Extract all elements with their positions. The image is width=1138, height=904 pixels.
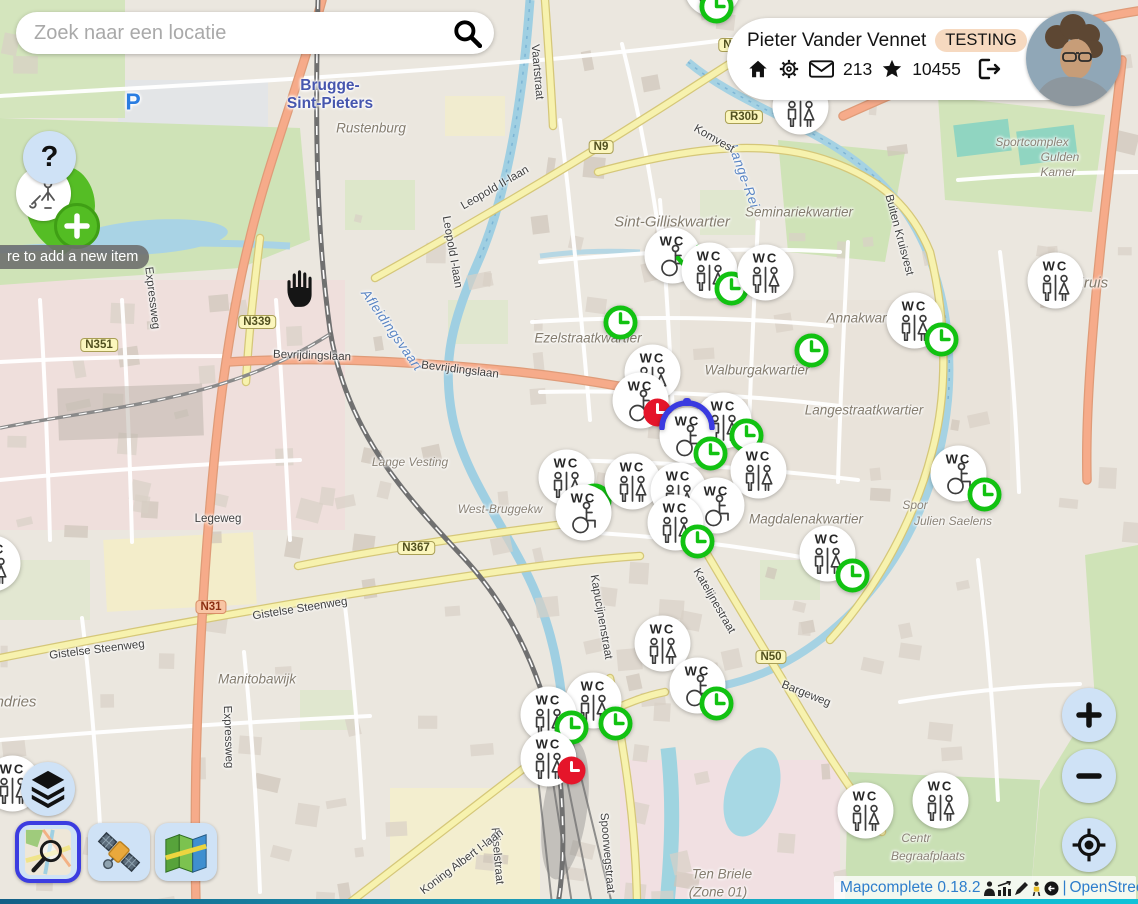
- search-bar: [16, 12, 494, 54]
- opening-hours-open-badge[interactable]: [923, 321, 960, 363]
- add-item-tooltip: re to add a new item: [0, 245, 149, 269]
- messages-count[interactable]: 213: [843, 59, 872, 80]
- attribution-bar: Mapcomplete 0.18.2 | OpenStreetMap: [834, 876, 1136, 900]
- toilet-marker[interactable]: WC: [647, 494, 704, 556]
- basemap-satellite-button[interactable]: [88, 823, 150, 881]
- user-name[interactable]: Pieter Vander Vennet: [747, 30, 926, 52]
- toilet-marker[interactable]: WC: [886, 292, 943, 354]
- osm-carto-icon: [24, 828, 72, 876]
- layers-button[interactable]: [21, 762, 75, 816]
- testing-badge: TESTING: [935, 29, 1027, 52]
- basemap-osm-carto-button[interactable]: [15, 821, 81, 883]
- edit-pencil-icon: [1014, 881, 1029, 896]
- svg-text:WC: WC: [0, 541, 5, 556]
- opening-hours-open-badge[interactable]: [698, 0, 735, 30]
- toilet-marker[interactable]: WC: [837, 782, 894, 844]
- gear-icon[interactable]: [778, 58, 800, 80]
- plus-icon: [1074, 700, 1104, 730]
- svg-text:WC: WC: [927, 778, 953, 793]
- svg-text:WC: WC: [662, 500, 688, 515]
- star-icon: [881, 58, 903, 80]
- opening-hours-open-badge[interactable]: [597, 705, 634, 747]
- contributors-icon: [983, 881, 996, 896]
- zoom-in-button[interactable]: [1062, 688, 1116, 742]
- selected-marker-arc[interactable]: [657, 398, 717, 435]
- toilet-marker[interactable]: WC: [912, 772, 969, 834]
- satellite-icon: [95, 828, 143, 876]
- help-label: ?: [41, 141, 59, 174]
- svg-text:WC: WC: [852, 788, 878, 803]
- layers-icon: [27, 767, 69, 811]
- hand-cursor-icon: [281, 267, 317, 314]
- changesets-count[interactable]: 10455: [912, 59, 961, 80]
- bottom-accent-bar: [0, 899, 1138, 904]
- opening-hours-closed-badge[interactable]: [556, 755, 587, 791]
- opening-hours-open-badge[interactable]: [679, 523, 716, 565]
- toilet-marker[interactable]: WC: [1027, 252, 1084, 314]
- help-button[interactable]: ?: [23, 131, 76, 184]
- minus-icon: [1074, 761, 1104, 791]
- svg-text:WC: WC: [696, 248, 722, 263]
- toilet-marker[interactable]: WC: [681, 242, 738, 304]
- svg-text:WC: WC: [1042, 258, 1068, 273]
- wheelchair-toilet-marker[interactable]: WC: [555, 484, 612, 546]
- opening-hours-open-badge[interactable]: [966, 476, 1003, 518]
- opening-hours-open-badge[interactable]: [834, 557, 871, 599]
- svg-text:WC: WC: [535, 736, 561, 751]
- toilet-marker[interactable]: WC: [799, 525, 856, 587]
- toilet-marker[interactable]: WC: [520, 730, 577, 792]
- svg-text:WC: WC: [649, 621, 675, 636]
- zoom-out-button[interactable]: [1062, 749, 1116, 803]
- basemap-map-button[interactable]: [155, 823, 217, 881]
- geolocate-button[interactable]: [1062, 818, 1116, 872]
- home-icon[interactable]: [747, 58, 769, 80]
- user-panel: Pieter Vander Vennet TESTING 213: [727, 18, 1113, 100]
- svg-text:WC: WC: [745, 448, 771, 463]
- svg-text:WC: WC: [553, 455, 579, 470]
- search-icon[interactable]: [452, 18, 482, 48]
- svg-text:WC: WC: [580, 678, 606, 693]
- attribution-icons: [983, 881, 1059, 896]
- attribution-separator: |: [1062, 879, 1066, 897]
- user-avatar[interactable]: [1026, 11, 1121, 106]
- toilet-marker[interactable]: WC: [737, 244, 794, 306]
- statistics-icon: [997, 881, 1013, 896]
- svg-text:WC: WC: [535, 692, 561, 707]
- mapcomplete-app: Brugge-Sint-PietersRustenburgSint-Gillis…: [0, 0, 1138, 904]
- surveyor-icon: [1030, 881, 1043, 896]
- svg-text:WC: WC: [639, 350, 665, 365]
- svg-text:WC: WC: [814, 531, 840, 546]
- add-new-item-button[interactable]: [54, 203, 100, 249]
- opening-hours-open-badge[interactable]: [793, 332, 830, 374]
- messages-icon[interactable]: [809, 60, 834, 78]
- svg-text:WC: WC: [619, 459, 645, 474]
- crosshair-icon: [1071, 827, 1107, 863]
- opening-hours-open-badge[interactable]: [602, 304, 639, 346]
- logout-icon[interactable]: [976, 58, 1002, 80]
- attribution-app[interactable]: Mapcomplete 0.18.2: [840, 879, 980, 897]
- folded-map-icon: [162, 828, 210, 876]
- opening-hours-open-badge[interactable]: [698, 685, 735, 727]
- svg-text:WC: WC: [901, 298, 927, 313]
- svg-text:WC: WC: [752, 250, 778, 265]
- toilet-marker[interactable]: WC: [0, 535, 21, 597]
- wheelchair-toilet-marker[interactable]: WC: [669, 657, 726, 719]
- wheelchair-toilet-marker[interactable]: WC: [930, 445, 987, 507]
- svg-text:WC: WC: [0, 761, 25, 776]
- license-icon: [1044, 881, 1059, 896]
- search-input[interactable]: [32, 21, 452, 46]
- osm-link[interactable]: OpenStreetMap: [1069, 879, 1138, 897]
